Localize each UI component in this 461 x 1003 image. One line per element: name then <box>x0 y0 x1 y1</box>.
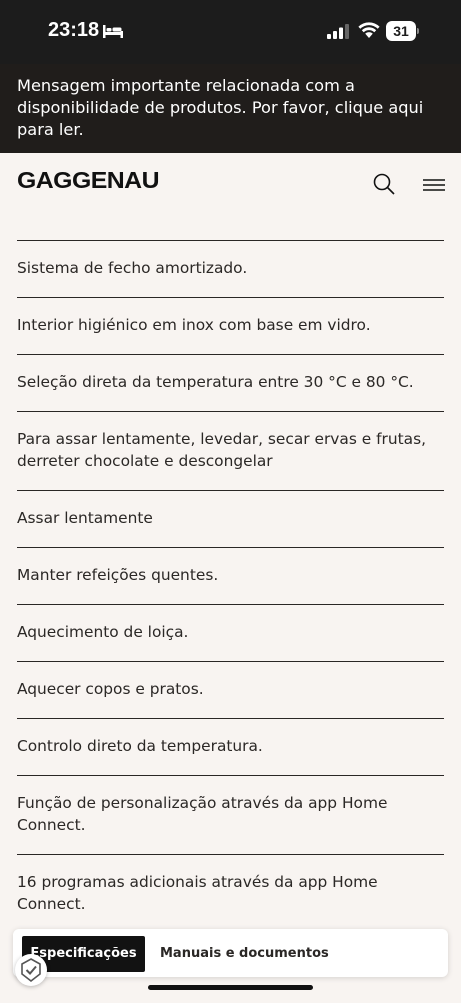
battery-icon: 31 <box>386 21 419 41</box>
brand-logo[interactable]: GAGGENAU <box>17 167 160 194</box>
spec-item: Função de personalização através da app … <box>17 775 444 854</box>
spec-item: Aquecer copos e pratos. <box>17 661 444 718</box>
signal-icon <box>327 24 349 39</box>
shield-check-icon <box>21 958 41 983</box>
spec-item: Seleção direta da temperatura entre 30 °… <box>17 354 444 411</box>
wifi-icon <box>358 22 380 38</box>
spec-item: Interior higiénico em inox com base em v… <box>17 297 444 354</box>
availability-notice-link[interactable]: Mensagem importante relacionada com a di… <box>0 64 461 153</box>
status-bar: 23:18 31 <box>0 0 461 64</box>
search-icon[interactable] <box>372 172 396 196</box>
spec-item: Assar lentamente <box>17 490 444 547</box>
battery-level: 31 <box>386 21 416 41</box>
status-time: 23:18 <box>48 19 100 41</box>
home-indicator <box>148 985 313 990</box>
spec-item: Manter refeições quentes. <box>17 547 444 604</box>
spec-item: 16 programas adicionais através da app H… <box>17 854 444 933</box>
spec-item: Aquecimento de loiça. <box>17 604 444 661</box>
menu-icon[interactable] <box>423 178 445 192</box>
tab-manuals-documents[interactable]: Manuais e documentos <box>160 936 329 972</box>
spec-item: Sistema de fecho amortizado. <box>17 240 444 297</box>
bed-icon <box>103 25 123 38</box>
trust-badge[interactable] <box>15 954 47 986</box>
battery-cap <box>417 28 419 34</box>
spec-list: Sistema de fecho amortizado. Interior hi… <box>17 240 444 1003</box>
spec-item: Para assar lentamente, levedar, secar er… <box>17 411 444 490</box>
spec-tab-bar: Especificações Manuais e documentos <box>13 929 448 977</box>
site-header: GAGGENAU <box>0 153 461 215</box>
spec-item: Controlo direto da temperatura. <box>17 718 444 775</box>
